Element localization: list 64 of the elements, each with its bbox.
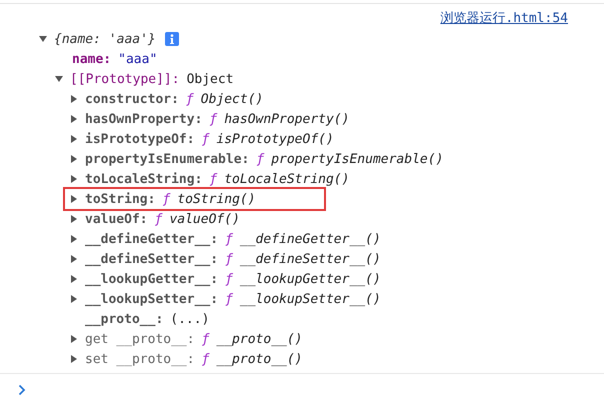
property-value: __lookupGetter__() <box>240 272 381 286</box>
disclosure-triangle-icon[interactable] <box>69 154 79 164</box>
source-link[interactable]: 浏览器运行.html:54 <box>440 9 568 29</box>
property-value: __defineSetter__() <box>240 252 381 266</box>
disclosure-triangle-icon[interactable] <box>54 74 64 84</box>
disclosure-triangle-icon[interactable] <box>69 194 79 204</box>
property-key: __proto__: <box>85 312 164 326</box>
function-sign: ƒ <box>154 212 162 226</box>
string-value: "aaa" <box>118 52 158 66</box>
property-value: __defineGetter__() <box>240 232 381 246</box>
disclosure-triangle-icon[interactable] <box>69 234 79 244</box>
property-value: valueOf() <box>169 212 240 226</box>
property-key: hasOwnProperty: <box>85 112 202 126</box>
property-value: (...) <box>170 312 210 326</box>
disclosure-triangle-icon[interactable] <box>38 34 48 44</box>
property-key: isPrototypeOf: <box>85 132 195 146</box>
function-sign: ƒ <box>209 112 218 126</box>
prompt-chevron-icon <box>18 384 26 396</box>
disclosure-triangle-icon[interactable] <box>69 354 79 364</box>
disclosure-triangle-icon[interactable] <box>69 214 79 224</box>
property-value: toString() <box>177 192 256 206</box>
property-key: toLocaleString: <box>85 172 202 186</box>
property-value: __lookupSetter__() <box>240 292 381 306</box>
disclosure-triangle-icon[interactable] <box>69 134 79 144</box>
disclosure-triangle-icon[interactable] <box>69 94 79 104</box>
property-value: Object() <box>200 92 264 106</box>
function-sign: ƒ <box>225 272 233 286</box>
property-value: propertyIsEnumerable() <box>271 152 444 166</box>
function-sign: ƒ <box>225 232 233 246</box>
function-sign: ƒ <box>209 172 218 186</box>
prototype-value: Object <box>186 72 234 86</box>
function-sign: ƒ <box>186 92 194 106</box>
function-sign: ƒ <box>162 192 170 206</box>
property-key: __defineGetter__: <box>85 232 218 246</box>
info-icon[interactable] <box>164 32 179 46</box>
property-key: __defineSetter__: <box>85 252 218 266</box>
function-sign: ƒ <box>202 332 210 346</box>
property-value: __proto__() <box>216 352 302 366</box>
property-key: valueOf: <box>85 212 148 226</box>
function-sign: ƒ <box>202 352 210 366</box>
disclosure-triangle-icon[interactable] <box>69 254 79 264</box>
property-key: __lookupGetter__: <box>85 272 218 286</box>
property-key: set __proto__: <box>85 352 195 366</box>
property-value: __proto__() <box>216 332 302 346</box>
property-key: propertyIsEnumerable: <box>85 152 250 166</box>
disclosure-triangle-icon[interactable] <box>69 114 79 124</box>
disclosure-triangle-icon[interactable] <box>69 174 79 184</box>
property-value: toLocaleString() <box>224 172 350 186</box>
property-value: isPrototypeOf() <box>216 132 334 146</box>
property-key: __lookupSetter__: <box>85 292 218 306</box>
disclosure-triangle-icon[interactable] <box>69 294 79 304</box>
property-key: toString: <box>85 192 156 206</box>
prototype-key: [[Prototype]]: <box>70 72 180 86</box>
function-sign: ƒ <box>225 292 233 306</box>
function-sign: ƒ <box>225 252 233 266</box>
object-summary: {name: 'aaa'} <box>54 32 156 46</box>
disclosure-triangle-icon[interactable] <box>69 274 79 284</box>
property-key: name: <box>72 52 112 66</box>
function-sign: ƒ <box>256 152 264 166</box>
function-sign: ƒ <box>202 132 210 146</box>
property-value: hasOwnProperty() <box>224 112 350 126</box>
disclosure-triangle-icon[interactable] <box>69 334 79 344</box>
property-key: constructor: <box>85 92 179 106</box>
property-key: get __proto__: <box>85 332 195 346</box>
